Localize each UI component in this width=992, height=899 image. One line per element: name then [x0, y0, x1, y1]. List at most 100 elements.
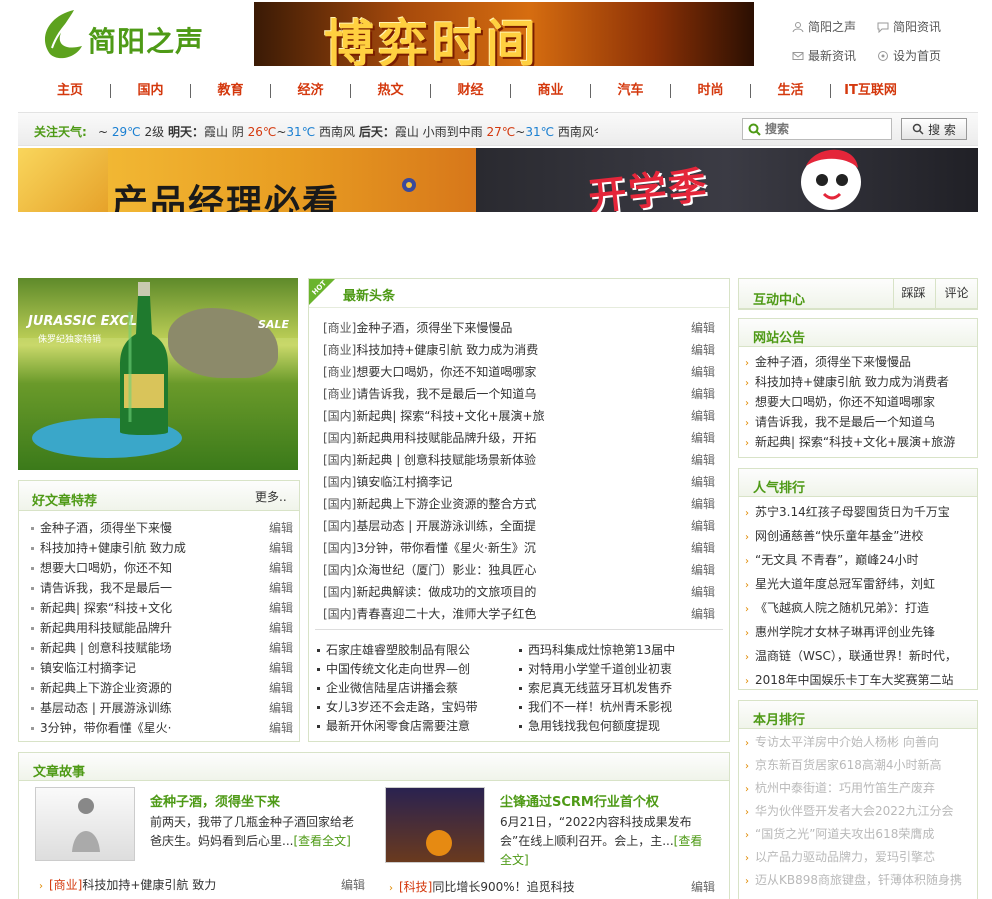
headline-item[interactable]: [国内]基层动态 | 开展游泳训练，全面提 [323, 517, 663, 534]
edit-link[interactable]: 编辑 [691, 878, 715, 895]
top-link-jianyang-voice[interactable]: 简阳之声 [792, 18, 856, 35]
edit-link[interactable]: 编辑 [691, 341, 715, 358]
edit-link[interactable]: 编辑 [691, 363, 715, 380]
edit-link[interactable]: 编辑 [691, 451, 715, 468]
list-item[interactable]: › 2018年中国娱乐卡丁车大奖赛第二站 [745, 671, 969, 688]
list-item[interactable]: › 京东新百货居家618高潮4小时新高 [745, 756, 969, 773]
nav-item-hot[interactable]: 热文 [350, 84, 430, 98]
top-link-latest-news[interactable]: 最新资讯 [792, 47, 856, 64]
link-item[interactable]: 对特用小学堂千道创业初衷 [519, 660, 719, 677]
edit-link[interactable]: 编辑 [269, 519, 293, 536]
edit-link[interactable]: 编辑 [691, 429, 715, 446]
list-item[interactable]: › “无文具 不青春”，巅峰24小时 [745, 551, 969, 568]
list-item[interactable]: › [商业]科技加持+健康引航 致力 [39, 876, 339, 893]
list-item[interactable]: 新起典| 探索“科技+文化 [31, 599, 261, 616]
list-item[interactable]: › [科技]同比增长900%！追觅科技 [389, 878, 689, 895]
headline-item[interactable]: [国内]新起典| 探索“科技+文化+展演+旅 [323, 407, 663, 424]
edit-link[interactable]: 编辑 [269, 679, 293, 696]
edit-link[interactable]: 编辑 [691, 473, 715, 490]
nav-item-it[interactable]: IT互联网 [830, 84, 910, 98]
list-item[interactable]: › 惠州学院才女林子琳再评创业先锋 [745, 623, 969, 640]
list-item[interactable]: › 新起典| 探索“科技+文化+展演+旅游 [745, 433, 969, 450]
edit-link[interactable]: 编辑 [269, 599, 293, 616]
list-item[interactable]: › 金种子酒，须得坐下来慢慢品 [745, 353, 969, 370]
top-link-jianyang-news[interactable]: 简阳资讯 [877, 18, 941, 35]
edit-link[interactable]: 编辑 [691, 583, 715, 600]
list-item[interactable]: 请告诉我，我不是最后一 [31, 579, 261, 596]
ad-back-to-school[interactable]: 开学季 [476, 148, 978, 212]
list-item[interactable]: 基层动态 | 开展游泳训练 [31, 699, 261, 716]
headline-item[interactable]: [国内]3分钟，带你看懂《星火·新生》沉 [323, 539, 663, 556]
headline-item[interactable]: [国内]新起典上下游企业资源的整合方式 [323, 495, 663, 512]
list-item[interactable]: › 温商链（WSC），联通世界！新时代， [745, 647, 969, 664]
read-more-link[interactable]: [查看全文] [293, 834, 350, 848]
edit-link[interactable]: 编辑 [691, 407, 715, 424]
link-item[interactable]: 西玛科集成灶惊艳第13届中 [519, 641, 719, 658]
edit-link[interactable]: 编辑 [691, 561, 715, 578]
list-item[interactable]: › 华为伙伴暨开发者大会2022九江分会 [745, 802, 969, 819]
link-item[interactable]: 石家庄雄睿塑胶制品有限公 [317, 641, 509, 658]
list-item[interactable]: › 以产品力驱动品牌力，爱玛引擎芯 [745, 848, 969, 865]
list-item[interactable]: 金种子酒，须得坐下来慢 [31, 519, 261, 536]
ad-product-manager[interactable]: 产品经理必看 [18, 148, 476, 212]
edit-link[interactable]: 编辑 [269, 719, 293, 736]
edit-link[interactable]: 编辑 [269, 559, 293, 576]
edit-link[interactable]: 编辑 [341, 876, 365, 893]
top-link-set-homepage[interactable]: 设为首页 [877, 47, 941, 64]
list-item[interactable]: › 迈从KB898商旅键盘，钎薄体积随身携 [745, 871, 969, 888]
link-item[interactable]: 最新开休闲零食店需要注意 [317, 717, 509, 734]
edit-link[interactable]: 编辑 [691, 539, 715, 556]
edit-link[interactable]: 编辑 [691, 517, 715, 534]
story-thumbnail[interactable] [35, 787, 135, 861]
list-item[interactable]: › 杭州中泰街道：巧用竹笛生产废弃 [745, 779, 969, 796]
ad-banner[interactable]: 产品经理必看 开学季 [18, 148, 978, 212]
headline-item[interactable]: [国内]新起典用科技赋能品牌升级，开拓 [323, 429, 663, 446]
nav-item-business[interactable]: 商业 [510, 84, 590, 98]
headline-item[interactable]: [国内]众海世纪（厦门）影业：独具匠心 [323, 561, 663, 578]
list-item[interactable]: › 请告诉我，我不是最后一个知道乌 [745, 413, 969, 430]
edit-link[interactable]: 编辑 [269, 659, 293, 676]
edit-link[interactable]: 编辑 [269, 619, 293, 636]
list-item[interactable]: › 专访太平洋房中介始人杨彬 向善向 [745, 733, 969, 750]
headline-item[interactable]: [国内]镇安临江村摘李记 [323, 473, 663, 490]
edit-link[interactable]: 编辑 [691, 385, 715, 402]
link-item[interactable]: 我们不一样！杭州青禾影视 [519, 698, 719, 715]
headline-item[interactable]: [国内]新起典 | 创意科技赋能场景新体验 [323, 451, 663, 468]
list-item[interactable]: 新起典 | 创意科技赋能场 [31, 639, 261, 656]
headline-item[interactable]: [商业]请告诉我，我不是最后一个知道乌 [323, 385, 663, 402]
headline-item[interactable]: [商业]金种子酒，须得坐下来慢慢品 [323, 319, 663, 336]
edit-link[interactable]: 编辑 [269, 639, 293, 656]
list-item[interactable]: › 《飞越疯人院之随机兄弟》：打造 [745, 599, 969, 616]
search-input[interactable] [765, 120, 885, 138]
nav-item-domestic[interactable]: 国内 [110, 84, 190, 98]
list-item[interactable]: › 星光大道年度总冠军雷舒纬，刘虹 [745, 575, 969, 592]
list-item[interactable]: 镇安临江村摘李记 [31, 659, 261, 676]
featured-image[interactable]: JURASSIC EXCLU 侏罗纪独家特销 SALE [18, 278, 298, 470]
headline-item[interactable]: [国内]新起典解读：做成功的文旅项目的 [323, 583, 663, 600]
list-item[interactable]: 3分钟，带你看懂《星火· [31, 719, 261, 736]
banner-ad[interactable]: 博弈时间 [254, 2, 754, 66]
edit-link[interactable]: 编辑 [691, 605, 715, 622]
nav-item-finance[interactable]: 财经 [430, 84, 510, 98]
nav-item-economy[interactable]: 经济 [270, 84, 350, 98]
nav-item-home[interactable]: 主页 [30, 84, 110, 98]
headline-item[interactable]: [国内]青春喜迎二十大，淮师大学子红色 [323, 605, 663, 622]
nav-item-fashion[interactable]: 时尚 [670, 84, 750, 98]
link-item[interactable]: 索尼真无线蓝牙耳机发售乔 [519, 679, 719, 696]
search-button[interactable]: 搜 索 [901, 118, 967, 140]
tab-step[interactable]: 踩踩 [893, 279, 933, 309]
nav-item-life[interactable]: 生活 [750, 84, 830, 98]
nav-item-education[interactable]: 教育 [190, 84, 270, 98]
link-item[interactable]: 女儿3岁还不会走路，宝妈带 [317, 698, 509, 715]
story-thumbnail[interactable] [385, 787, 485, 863]
list-item[interactable]: › 苏宁3.14红孩子母婴囤货日为千万宝 [745, 503, 969, 520]
edit-link[interactable]: 编辑 [269, 539, 293, 556]
list-item[interactable]: 想要大口喝奶，你还不知 [31, 559, 261, 576]
more-link[interactable]: 更多.. [255, 488, 287, 505]
list-item[interactable]: 科技加持+健康引航 致力成 [31, 539, 261, 556]
story-title[interactable]: 尘锋通过SCRM行业首个权 [500, 791, 659, 810]
list-item[interactable]: › 网创通慈善“快乐童年基金”进校 [745, 527, 969, 544]
headline-item[interactable]: [商业]科技加持+健康引航 致力成为消费 [323, 341, 663, 358]
site-logo[interactable]: 简阳之声 [38, 8, 238, 64]
edit-link[interactable]: 编辑 [691, 495, 715, 512]
